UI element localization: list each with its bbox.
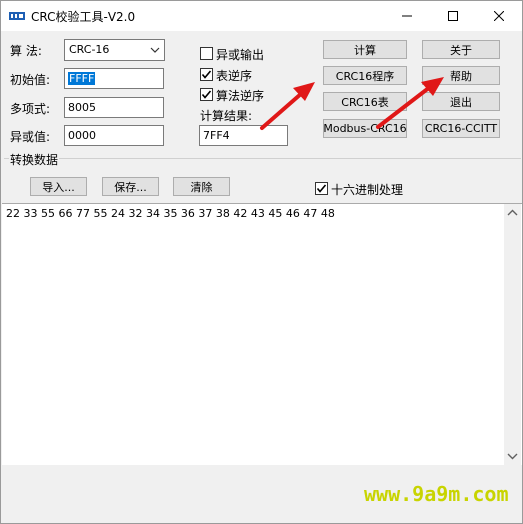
annotation-arrows	[260, 77, 444, 130]
annotation-arrow-right	[376, 77, 444, 129]
watermark-text: www.9a9m.com	[364, 482, 509, 506]
annotation-arrow-left	[260, 82, 315, 130]
